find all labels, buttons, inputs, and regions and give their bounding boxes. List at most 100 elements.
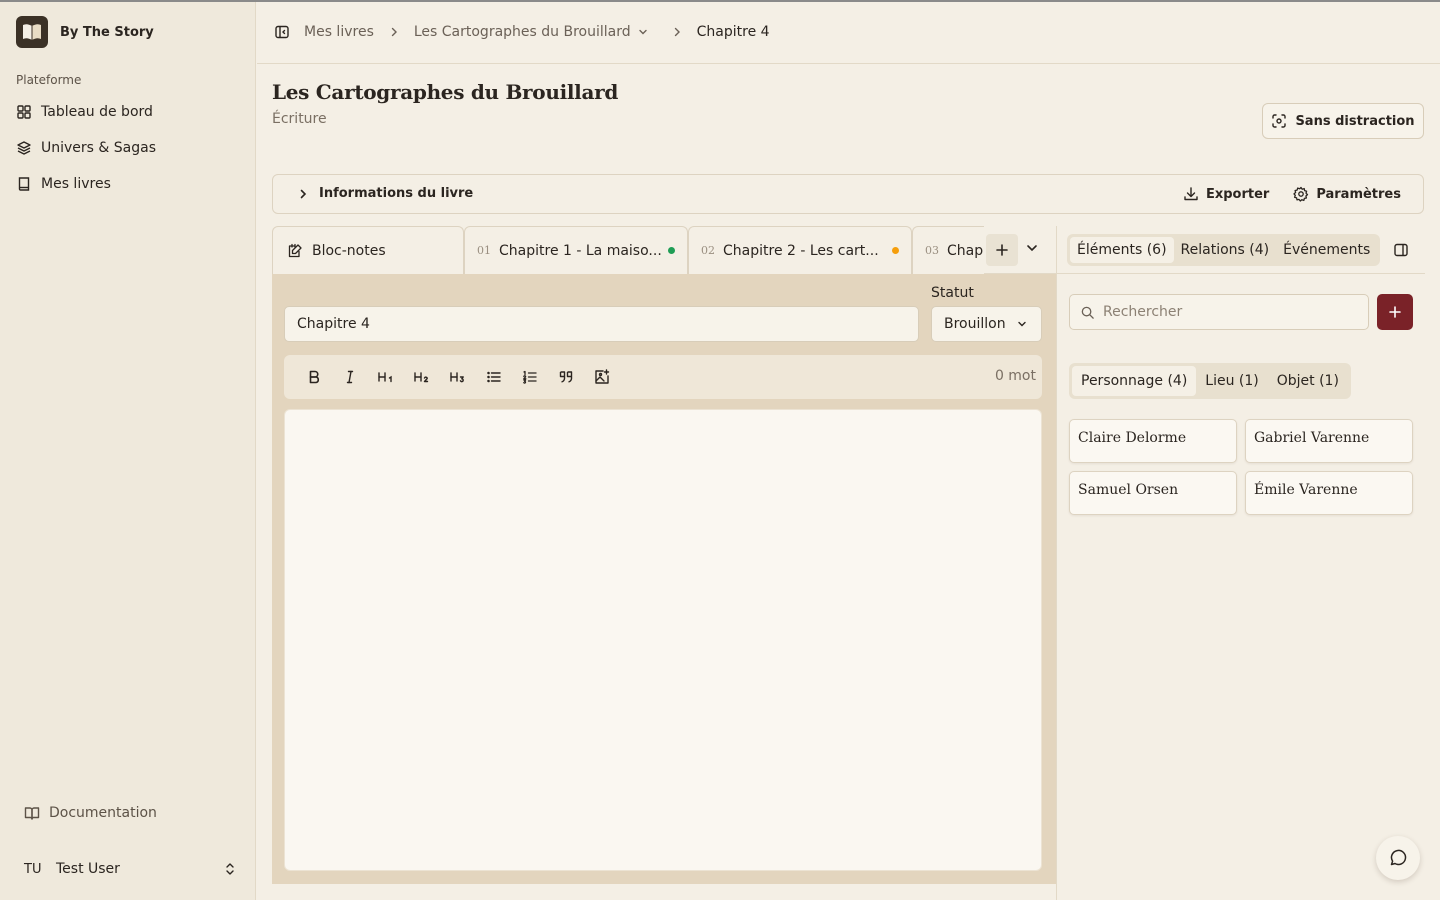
grid-icon [16, 104, 32, 120]
sidebar-toggle-icon[interactable] [274, 24, 290, 40]
chat-button[interactable] [1376, 836, 1420, 880]
sidebar-item-label: Tableau de bord [41, 104, 153, 120]
settings-button[interactable]: Paramètres [1293, 186, 1401, 202]
add-element-button[interactable] [1377, 294, 1413, 330]
sidebar: By The Story Plateforme Tableau de bord … [0, 2, 256, 900]
heading2-icon[interactable] [404, 362, 440, 392]
breadcrumb-my-books[interactable]: Mes livres [304, 24, 374, 40]
quote-icon[interactable] [548, 362, 584, 392]
search-input[interactable] [1103, 304, 1353, 320]
status-label: Statut [931, 285, 974, 301]
tab-chapter-2[interactable]: 02 Chapitre 2 - Les cart... [688, 226, 912, 274]
panel-divider [1057, 273, 1425, 274]
sidebar-item-label: Univers & Sagas [41, 140, 157, 156]
sidebar-item-label: Mes livres [41, 176, 111, 192]
focus-mode-button[interactable]: Sans distraction [1262, 103, 1424, 139]
documentation-link[interactable]: Documentation [16, 798, 157, 828]
panel-collapse-icon[interactable] [1393, 242, 1409, 258]
chapter-editor: Statut Brouillon [272, 274, 1056, 884]
add-chapter-button[interactable] [986, 234, 1018, 266]
open-book-logo-icon [16, 16, 48, 48]
breadcrumb-book-dropdown[interactable]: Les Cartographes du Brouillard [414, 24, 649, 40]
chevron-down-icon [637, 26, 649, 38]
element-card[interactable]: Samuel Orsen [1069, 471, 1237, 515]
export-label: Exporter [1205, 186, 1270, 202]
sidebar-item-dashboard[interactable]: Tableau de bord [8, 94, 248, 130]
message-circle-icon [1388, 848, 1408, 868]
search-icon [1080, 305, 1095, 320]
bold-icon[interactable] [296, 362, 332, 392]
book-icon [16, 176, 32, 192]
tab-number: 02 [701, 244, 715, 257]
open-book-icon [24, 805, 40, 821]
word-count: 0 mot [994, 368, 1036, 384]
tab-label: Chapitre 1 - La maiso... [499, 242, 662, 259]
category-objects[interactable]: Objet (1) [1268, 366, 1348, 396]
status-dot-done [668, 247, 675, 254]
heading1-icon[interactable] [368, 362, 404, 392]
user-menu[interactable]: TU Test User [16, 852, 244, 886]
tab-notes[interactable]: Bloc-notes [272, 226, 464, 274]
focus-icon [1271, 113, 1287, 129]
bullet-list-icon[interactable] [476, 362, 512, 392]
export-button[interactable]: Exporter [1183, 186, 1269, 202]
tab-label: Chapitre 2 - Les cart... [723, 242, 879, 259]
breadcrumb: Mes livres Les Cartographes du Brouillar… [304, 22, 770, 42]
story-elements-panel: Éléments (6) Relations (4) Événements Pe… [1056, 226, 1440, 900]
tab-events[interactable]: Événements [1276, 237, 1377, 263]
chevron-right-icon [388, 26, 400, 38]
book-info-label: Informations du livre [319, 186, 474, 201]
plus-icon [995, 243, 1009, 257]
layers-icon [16, 140, 32, 156]
tabs-overflow-chevron-down-icon[interactable] [1024, 240, 1040, 256]
tab-elements[interactable]: Éléments (6) [1070, 237, 1174, 263]
chevron-down-icon [1016, 318, 1028, 330]
app-name: By The Story [60, 24, 154, 40]
heading3-icon[interactable] [440, 362, 476, 392]
element-card[interactable]: Gabriel Varenne [1245, 419, 1413, 463]
category-filter: Personnage (4) Lieu (1) Objet (1) [1069, 363, 1351, 399]
category-places[interactable]: Lieu (1) [1196, 366, 1267, 396]
brand[interactable]: By The Story [16, 16, 154, 48]
panel-tabs: Éléments (6) Relations (4) Événements [1067, 234, 1381, 266]
download-icon [1183, 186, 1199, 202]
tab-label: Bloc-notes [312, 242, 386, 259]
sidebar-nav: Tableau de bord Univers & Sagas Mes livr… [8, 94, 248, 202]
category-characters[interactable]: Personnage (4) [1072, 366, 1197, 396]
breadcrumb-bar: Mes livres Les Cartographes du Brouillar… [257, 2, 1440, 64]
plus-icon [1388, 305, 1402, 319]
element-list: Claire Delorme Gabriel Varenne Samuel Or… [1069, 419, 1413, 515]
image-icon[interactable] [584, 362, 620, 392]
book-info-bar: Informations du livre Exporter Paramètre… [272, 174, 1424, 214]
sidebar-section-label: Plateforme [16, 73, 82, 87]
element-card[interactable]: Claire Delorme [1069, 419, 1237, 463]
documentation-label: Documentation [49, 805, 157, 821]
breadcrumb-book: Les Cartographes du Brouillard [413, 24, 631, 40]
numbered-list-icon[interactable] [512, 362, 548, 392]
status-value: Brouillon [944, 316, 1006, 332]
chapter-title-input[interactable] [284, 306, 919, 342]
settings-label: Paramètres [1316, 186, 1401, 202]
tab-relations[interactable]: Relations (4) [1174, 237, 1277, 263]
tab-chapter-3[interactable]: 03 Chap [912, 226, 984, 274]
breadcrumb-chapter: Chapitre 4 [696, 24, 770, 40]
user-name: Test User [56, 861, 120, 877]
status-select[interactable]: Brouillon [931, 306, 1042, 342]
book-info-actions: Exporter Paramètres [1183, 186, 1401, 202]
page-subtitle: Écriture [272, 111, 327, 127]
focus-mode-label: Sans distraction [1295, 113, 1415, 129]
tab-chapter-1[interactable]: 01 Chapitre 1 - La maiso... [464, 226, 688, 274]
chapter-text-editor[interactable] [284, 409, 1042, 871]
gear-icon [1293, 186, 1309, 202]
italic-icon[interactable] [332, 362, 368, 392]
tab-label: Chap [947, 242, 984, 259]
sidebar-item-universes[interactable]: Univers & Sagas [8, 130, 248, 166]
notepad-icon [287, 243, 303, 259]
element-card[interactable]: Émile Varenne [1245, 471, 1413, 515]
element-search[interactable] [1069, 294, 1369, 330]
sidebar-item-my-books[interactable]: Mes livres [8, 166, 248, 202]
status-dot-progress [892, 247, 899, 254]
book-info-toggle[interactable]: Informations du livre [297, 186, 473, 201]
chapter-tabs: Bloc-notes 01 Chapitre 1 - La maiso... 0… [272, 226, 1056, 274]
chevrons-up-down-icon [222, 861, 238, 877]
